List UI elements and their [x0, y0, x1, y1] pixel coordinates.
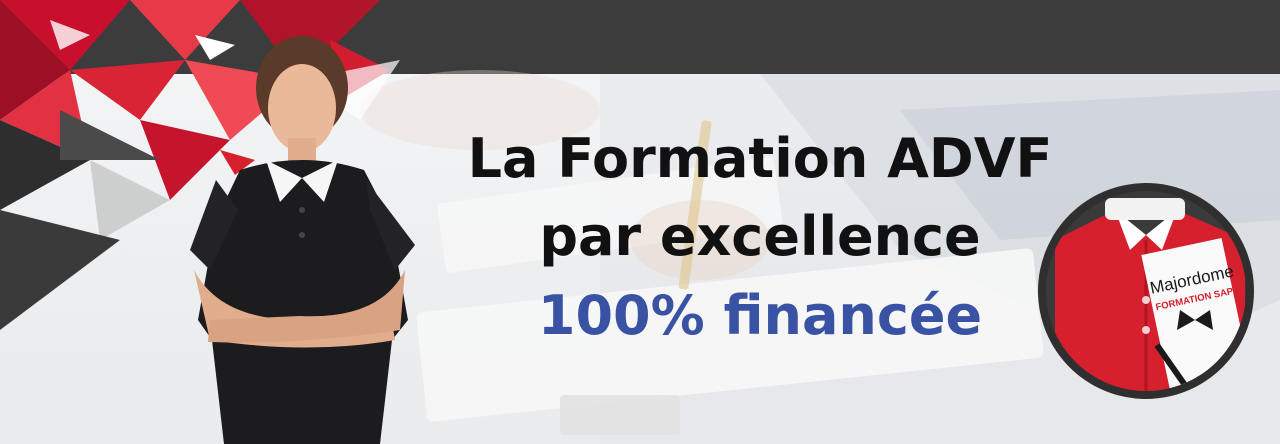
- banner: La Formation ADVF par excellence 100% fi…: [0, 0, 1280, 444]
- headline: La Formation ADVF par excellence 100% fi…: [400, 120, 1120, 356]
- headline-line-2: par excellence: [539, 205, 981, 268]
- headline-line-1: La Formation ADVF: [467, 127, 1053, 190]
- shirt-logo-icon: Majordome FORMATION SAP: [1038, 183, 1254, 399]
- woman-photo: [190, 36, 415, 444]
- headline-line-3: 100% financée: [537, 284, 983, 347]
